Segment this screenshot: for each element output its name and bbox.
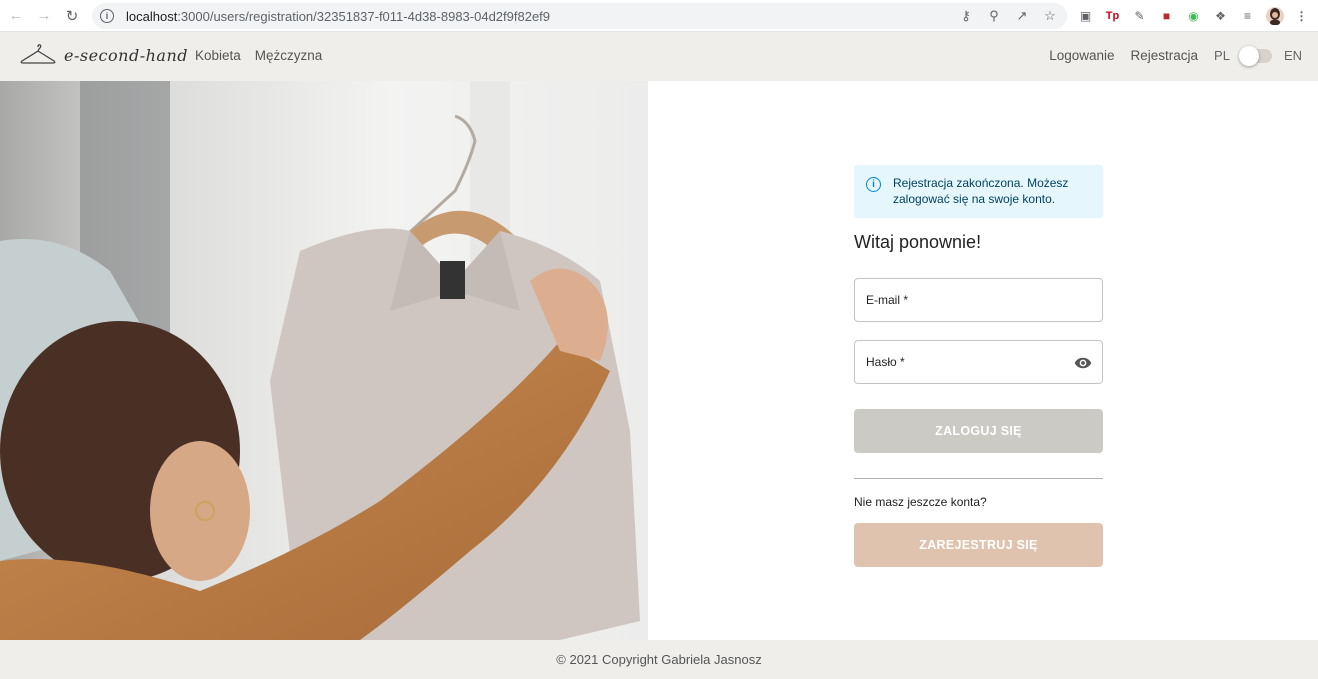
email-label: E-mail *: [866, 293, 909, 307]
logo[interactable]: e-second-hand: [20, 44, 188, 66]
bookmark-star-icon[interactable]: ☆: [1041, 7, 1059, 25]
nav-link-kobieta[interactable]: Kobieta: [195, 48, 241, 63]
address-bar[interactable]: i localhost:3000/users/registration/3235…: [92, 3, 1067, 29]
show-password-eye-icon[interactable]: [1074, 354, 1092, 372]
nav-link-mezczyzna[interactable]: Mężczyzna: [255, 48, 323, 63]
extension-eyedropper-icon[interactable]: ✎: [1130, 6, 1149, 25]
back-arrow-icon[interactable]: ←: [2, 2, 30, 30]
login-button[interactable]: ZALOGUJ SIĘ: [854, 409, 1103, 453]
divider: [854, 478, 1103, 479]
info-icon: i: [866, 177, 881, 192]
extension-cast-icon[interactable]: ▣: [1076, 6, 1095, 25]
key-icon[interactable]: ⚷: [957, 7, 975, 25]
url-text[interactable]: localhost:3000/users/registration/323518…: [126, 9, 550, 24]
language-toggle[interactable]: [1238, 45, 1272, 66]
extensions-puzzle-icon[interactable]: ❖: [1211, 6, 1230, 25]
password-label: Hasło *: [866, 355, 905, 369]
footer: © 2021 Copyright Gabriela Jasnosz: [0, 640, 1318, 679]
reading-list-icon[interactable]: ≡: [1238, 6, 1257, 25]
hero-image: [0, 81, 648, 640]
browser-menu-icon[interactable]: ⋮: [1292, 6, 1311, 25]
register-button[interactable]: ZAREJESTRUJ SIĘ: [854, 523, 1103, 567]
site-info-icon[interactable]: i: [100, 9, 114, 23]
share-icon[interactable]: ↗: [1013, 7, 1031, 25]
success-alert: i Rejestracja zakończona. Możesz zalogow…: [854, 165, 1103, 218]
copyright-text: © 2021 Copyright Gabriela Jasnosz: [556, 652, 762, 667]
nav-link-register[interactable]: Rejestracja: [1131, 48, 1199, 63]
browser-toolbar: ← → ↻ i localhost:3000/users/registratio…: [0, 0, 1318, 32]
page-title: Witaj ponownie!: [854, 232, 982, 252]
alert-text: Rejestracja zakończona. Możesz zalogować…: [893, 176, 1069, 206]
extension-tp-icon[interactable]: Tp: [1103, 6, 1122, 25]
no-account-text: Nie masz jeszcze konta?: [854, 495, 987, 509]
forward-arrow-icon[interactable]: →: [30, 2, 58, 30]
extension-green-icon[interactable]: ◉: [1184, 6, 1203, 25]
site-header: e-second-hand Kobieta Mężczyzna Logowani…: [0, 32, 1318, 81]
hanger-icon: [20, 44, 56, 64]
password-field[interactable]: Hasło *: [854, 340, 1103, 384]
lang-en-label: EN: [1283, 48, 1302, 63]
lang-pl-label: PL: [1214, 48, 1230, 63]
reload-icon[interactable]: ↻: [58, 2, 86, 30]
nav-link-login[interactable]: Logowanie: [1049, 48, 1114, 63]
profile-avatar-icon[interactable]: [1265, 6, 1284, 25]
login-form: i Rejestracja zakończona. Możesz zalogow…: [854, 165, 1103, 567]
extension-red-icon[interactable]: ■: [1157, 6, 1176, 25]
email-field[interactable]: E-mail *: [854, 278, 1103, 322]
logo-text: e-second-hand: [64, 45, 188, 65]
zoom-icon[interactable]: ⚲: [985, 7, 1003, 25]
